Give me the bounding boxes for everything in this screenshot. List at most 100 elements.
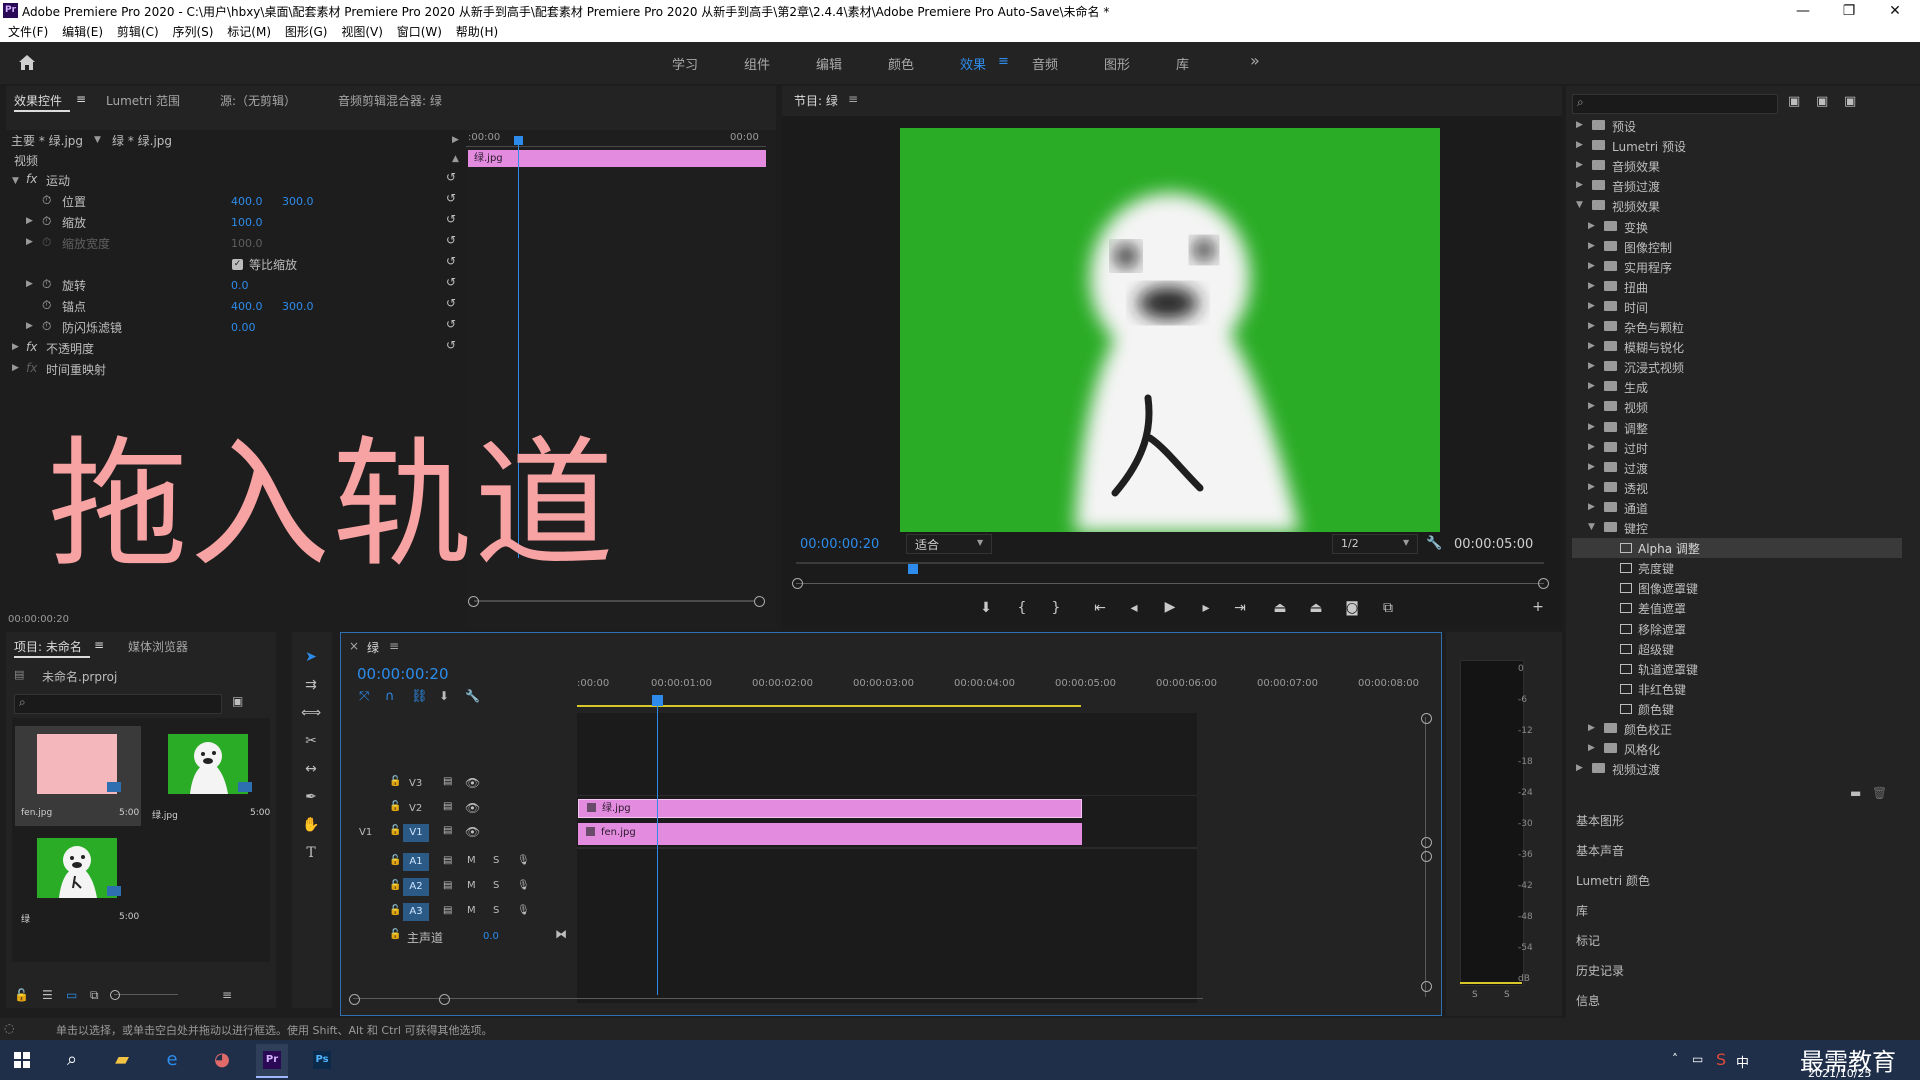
uniform-scale-checkbox[interactable]: ✓ — [232, 259, 243, 270]
chevron-right-icon[interactable]: ▶ — [1588, 381, 1595, 391]
panel-section-label[interactable]: 库 — [1576, 902, 1588, 919]
track-id-a2[interactable]: A2 — [403, 878, 429, 896]
workspace-effects-menu-icon[interactable]: ≡ — [998, 54, 1009, 69]
chevron-right-icon[interactable]: ▶ — [1588, 401, 1595, 411]
chevron-right-icon[interactable]: ▶ — [1576, 160, 1583, 170]
effects-tree-item[interactable]: ▶ 音频效果 — [1572, 156, 1902, 176]
type-tool-icon[interactable]: T — [300, 842, 322, 864]
minimize-button[interactable]: — — [1780, 0, 1826, 22]
lock-icon[interactable]: 🔓 — [389, 929, 401, 940]
reset-uniform-icon[interactable]: ↺ — [446, 254, 456, 268]
tab-source[interactable]: 源:（无剪辑） — [220, 92, 296, 109]
reset-position-icon[interactable]: ↺ — [446, 191, 456, 205]
ec-playhead-handle[interactable] — [514, 136, 523, 145]
effects-tree-item[interactable]: 超级键 — [1572, 639, 1902, 659]
chevron-right-icon[interactable]: ▶ — [1588, 743, 1595, 753]
taskbar-photoshop-button[interactable]: Ps — [306, 1044, 338, 1076]
file-explorer-icon[interactable]: ▰ — [108, 1046, 136, 1074]
pen-tool-icon[interactable]: ✒ — [300, 786, 322, 808]
compare-view-icon[interactable]: ⧉ — [1376, 600, 1400, 616]
program-menu-icon[interactable]: ≡ — [848, 92, 858, 106]
workspace-effects[interactable]: 效果 — [960, 54, 986, 73]
chevron-right-icon[interactable]: ▶ — [1588, 462, 1595, 472]
clip-fen-jpg[interactable]: fen.jpg — [578, 823, 1082, 845]
program-zoom-bar[interactable] — [796, 583, 1544, 584]
effects-tree-item[interactable]: ▶ Lumetri 预设 — [1572, 136, 1902, 156]
effects-tree-item[interactable]: ▶ 图像控制 — [1572, 237, 1902, 257]
go-to-out-icon[interactable]: ⇥ — [1228, 600, 1252, 616]
chevron-right-icon[interactable]: ▶ — [1588, 261, 1595, 271]
effects-tree-item[interactable]: ▼ 键控 — [1572, 518, 1902, 538]
menu-view[interactable]: 视图(V) — [341, 22, 383, 42]
chevron-right-icon[interactable]: ▶ — [1588, 341, 1595, 351]
effects-tree-item[interactable]: 非红色键 — [1572, 679, 1902, 699]
lock-icon[interactable]: 🔓 — [389, 905, 401, 916]
panel-section-label[interactable]: 标记 — [1576, 932, 1600, 949]
search-icon[interactable]: ⌕ — [58, 1046, 86, 1074]
list-view-icon[interactable]: ☰ — [42, 988, 53, 1002]
h-scroll-handle-left[interactable] — [349, 994, 360, 1005]
effects-tree-item[interactable]: ▶ 过时 — [1572, 438, 1902, 458]
project-item-green-jpg[interactable]: 绿.jpg 5:00 — [146, 726, 272, 826]
h-scroll-handle-right[interactable] — [439, 994, 450, 1005]
ec-timecode[interactable]: 00:00:00:20 — [8, 614, 69, 625]
lock-icon[interactable]: 🔓 — [389, 855, 401, 866]
mic-icon[interactable]: 🎙 — [517, 855, 530, 866]
razor-tool-icon[interactable]: ✂ — [300, 730, 322, 752]
track-id-a3[interactable]: A3 — [403, 903, 429, 921]
ime-mode[interactable]: 中 — [1736, 1052, 1749, 1071]
menu-edit[interactable]: 编辑(E) — [62, 22, 103, 42]
effects-tree-item[interactable]: ▶ 杂色与颗粒 — [1572, 317, 1902, 337]
timeline-add-marker-icon[interactable]: ⬇ — [439, 689, 449, 703]
workspace-libraries[interactable]: 库 — [1176, 54, 1189, 73]
close-button[interactable]: ✕ — [1872, 0, 1918, 22]
chevron-right-icon[interactable]: ▶ — [1576, 763, 1583, 773]
chevron-right-icon[interactable]: ▶ — [1588, 422, 1595, 432]
lock-icon[interactable]: 🔓 — [389, 776, 401, 787]
clip-green-jpg[interactable]: 绿.jpg — [578, 799, 1082, 818]
zoom-slider[interactable] — [114, 994, 178, 995]
taskbar-premiere-button[interactable]: Pr — [256, 1044, 288, 1078]
program-monitor-title[interactable]: 节目: 绿 — [794, 92, 838, 109]
effects-tree-item[interactable]: ▶ 调整 — [1572, 418, 1902, 438]
add-marker-icon[interactable]: ⬇ — [974, 600, 998, 616]
chevron-down-icon[interactable]: ▼ — [94, 135, 101, 145]
timeline-timecode[interactable]: 00:00:00:20 — [357, 665, 449, 683]
delete-icon[interactable]: 🗑 — [1872, 786, 1887, 800]
tab-effect-controls[interactable]: 效果控件 — [14, 92, 62, 109]
chevron-right-icon[interactable]: ▶ — [1588, 221, 1595, 231]
meter-solo-right[interactable]: S — [1504, 990, 1510, 1000]
yuv-effects-icon[interactable]: ▣ — [1844, 94, 1856, 109]
network-icon[interactable]: ▭ — [1692, 1052, 1703, 1066]
mic-icon[interactable]: 🎙 — [517, 880, 530, 891]
sync-lock-icon[interactable]: ▤ — [443, 776, 452, 787]
sort-icon[interactable]: ≡ — [222, 988, 232, 1002]
timeline-menu-icon[interactable]: ≡ — [389, 639, 399, 653]
play-triangle-icon[interactable]: ▶ — [452, 135, 459, 145]
effects-tree-item[interactable]: Alpha 调整 — [1572, 538, 1902, 559]
chevron-right-icon[interactable]: ▶ — [1588, 482, 1595, 492]
program-video-frame[interactable] — [900, 128, 1440, 532]
panel-section-label[interactable]: 历史记录 — [1576, 962, 1624, 979]
v-scroll-handle-bottom[interactable] — [1421, 981, 1432, 992]
master-volume-value[interactable]: 0.0 — [483, 931, 499, 942]
go-to-in-icon[interactable]: ⇤ — [1088, 600, 1112, 616]
chevron-right-icon[interactable]: ▶ — [1588, 361, 1595, 371]
tab-lumetri-scopes[interactable]: Lumetri 范围 — [106, 92, 180, 109]
tab-media-browser[interactable]: 媒体浏览器 — [128, 638, 188, 655]
lock-icon[interactable]: 🔓 — [389, 880, 401, 891]
mark-out-icon[interactable]: } — [1044, 600, 1068, 616]
reset-scale-width-icon[interactable]: ↺ — [446, 233, 456, 247]
expand-rotation-icon[interactable]: ▶ — [26, 279, 33, 289]
fx-badge-icon[interactable]: fx — [26, 172, 37, 186]
chevron-right-icon[interactable]: ▶ — [1588, 301, 1595, 311]
effects-tree-item[interactable]: ▶ 模糊与锐化 — [1572, 337, 1902, 357]
workspace-more-icon[interactable]: » — [1250, 51, 1260, 70]
workspace-color[interactable]: 颜色 — [888, 54, 914, 73]
track-id-v3[interactable]: V3 — [409, 778, 422, 789]
go-to-end-icon[interactable]: ⧓ — [555, 927, 567, 941]
effects-search-input[interactable]: ⌕ — [1572, 94, 1778, 114]
chevron-right-icon[interactable]: ▶ — [1588, 723, 1595, 733]
workspace-audio[interactable]: 音频 — [1032, 54, 1058, 73]
menu-clip[interactable]: 剪辑(C) — [117, 22, 159, 42]
